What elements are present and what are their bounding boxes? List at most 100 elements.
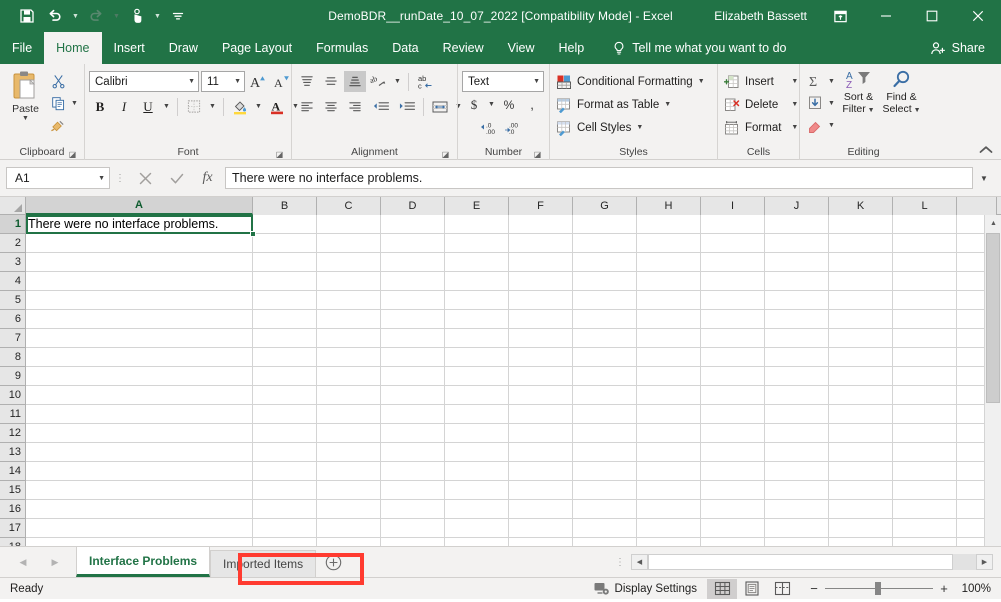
format-cells-button[interactable]: Format ▼ (722, 116, 802, 139)
ribbon-display-options-icon[interactable] (817, 0, 863, 32)
grid-cells[interactable]: There were no interface problems. (26, 215, 1001, 546)
cell-K7[interactable] (829, 329, 893, 348)
normal-view-button[interactable] (707, 578, 737, 599)
cell-B8[interactable] (253, 348, 317, 367)
cell-C14[interactable] (317, 462, 381, 481)
autosum-icon[interactable]: Σ (804, 71, 826, 92)
row-header-15[interactable]: 15 (0, 481, 25, 500)
cell-J3[interactable] (765, 253, 829, 272)
cell-A16[interactable] (26, 500, 253, 519)
cell-H15[interactable] (637, 481, 701, 500)
cell-H11[interactable] (637, 405, 701, 424)
cancel-formula-icon[interactable] (130, 167, 161, 189)
cell-H9[interactable] (637, 367, 701, 386)
cell-J17[interactable] (765, 519, 829, 538)
share-button[interactable]: Share (920, 32, 1001, 64)
cell-C8[interactable] (317, 348, 381, 367)
cell-G3[interactable] (573, 253, 637, 272)
column-header-F[interactable]: F (509, 197, 573, 215)
ribbon-tab-home[interactable]: Home (44, 32, 102, 64)
cell-K10[interactable] (829, 386, 893, 405)
cell-K1[interactable] (829, 215, 893, 234)
cell-G18[interactable] (573, 538, 637, 546)
find-select-button[interactable]: Find & Select ▼ (880, 67, 923, 117)
delete-cells-dropdown-icon[interactable]: ▼ (791, 101, 798, 108)
decrease-font-size-icon[interactable]: A (271, 71, 293, 92)
font-name-combo[interactable]: Calibri ▼ (89, 71, 199, 92)
cell-G17[interactable] (573, 519, 637, 538)
clear-dropdown-icon[interactable]: ▼ (826, 122, 837, 129)
cell-K15[interactable] (829, 481, 893, 500)
italic-button[interactable]: I (113, 96, 135, 117)
cell-I3[interactable] (701, 253, 765, 272)
cell-D7[interactable] (381, 329, 445, 348)
ribbon-tab-formulas[interactable]: Formulas (304, 32, 380, 64)
cell-I13[interactable] (701, 443, 765, 462)
increase-indent-icon[interactable] (394, 96, 418, 117)
cell-A7[interactable] (26, 329, 253, 348)
cell-F4[interactable] (509, 272, 573, 291)
cell-J14[interactable] (765, 462, 829, 481)
format-as-table-dropdown-icon[interactable]: ▼ (664, 101, 671, 108)
cell-L3[interactable] (893, 253, 957, 272)
number-dialog-launcher[interactable]: ◪ (533, 150, 542, 159)
cell-D18[interactable] (381, 538, 445, 546)
align-left-icon[interactable] (296, 96, 318, 117)
increase-decimal-icon[interactable]: .0.00 (480, 117, 502, 138)
merge-center-icon[interactable] (429, 96, 451, 117)
row-header-16[interactable]: 16 (0, 500, 25, 519)
cell-B11[interactable] (253, 405, 317, 424)
cell-J2[interactable] (765, 234, 829, 253)
cell-C13[interactable] (317, 443, 381, 462)
cell-B14[interactable] (253, 462, 317, 481)
redo-dropdown-icon[interactable]: ▼ (111, 4, 122, 28)
cell-D16[interactable] (381, 500, 445, 519)
formula-input[interactable]: There were no interface problems. (225, 167, 973, 189)
undo-icon[interactable] (42, 4, 68, 28)
cell-A3[interactable] (26, 253, 253, 272)
decrease-indent-icon[interactable] (368, 96, 392, 117)
display-settings-button[interactable]: Display Settings (584, 582, 707, 596)
cell-C18[interactable] (317, 538, 381, 546)
cell-A4[interactable] (26, 272, 253, 291)
cell-J6[interactable] (765, 310, 829, 329)
column-header-J[interactable]: J (765, 197, 829, 215)
row-header-17[interactable]: 17 (0, 519, 25, 538)
cell-E1[interactable] (445, 215, 509, 234)
cell-G14[interactable] (573, 462, 637, 481)
account-name[interactable]: Elizabeth Bassett (710, 9, 817, 23)
cell-A15[interactable] (26, 481, 253, 500)
orientation-icon[interactable]: ab (368, 71, 390, 92)
ribbon-tab-data[interactable]: Data (380, 32, 430, 64)
align-center-icon[interactable] (320, 96, 342, 117)
cell-F10[interactable] (509, 386, 573, 405)
cell-H6[interactable] (637, 310, 701, 329)
copy-icon[interactable] (47, 93, 69, 114)
ribbon-tab-page-layout[interactable]: Page Layout (210, 32, 304, 64)
cell-D9[interactable] (381, 367, 445, 386)
underline-button[interactable]: U (137, 96, 159, 117)
align-bottom-icon[interactable] (344, 71, 366, 92)
tab-split-grip[interactable]: ⋮ (615, 547, 631, 577)
cell-H14[interactable] (637, 462, 701, 481)
cell-D5[interactable] (381, 291, 445, 310)
conditional-formatting-button[interactable]: Conditional Formatting ▼ (554, 70, 710, 93)
cell-L4[interactable] (893, 272, 957, 291)
cell-I8[interactable] (701, 348, 765, 367)
cell-K16[interactable] (829, 500, 893, 519)
cell-K12[interactable] (829, 424, 893, 443)
cell-B1[interactable] (253, 215, 317, 234)
cell-J4[interactable] (765, 272, 829, 291)
cell-G10[interactable] (573, 386, 637, 405)
font-size-combo[interactable]: 11 ▼ (201, 71, 245, 92)
fill-color-dropdown-icon[interactable]: ▼ (253, 103, 264, 110)
cell-A17[interactable] (26, 519, 253, 538)
cell-L2[interactable] (893, 234, 957, 253)
cell-D14[interactable] (381, 462, 445, 481)
cell-F17[interactable] (509, 519, 573, 538)
column-header-E[interactable]: E (445, 197, 509, 215)
cell-D17[interactable] (381, 519, 445, 538)
cell-J11[interactable] (765, 405, 829, 424)
cell-H5[interactable] (637, 291, 701, 310)
row-header-11[interactable]: 11 (0, 405, 25, 424)
